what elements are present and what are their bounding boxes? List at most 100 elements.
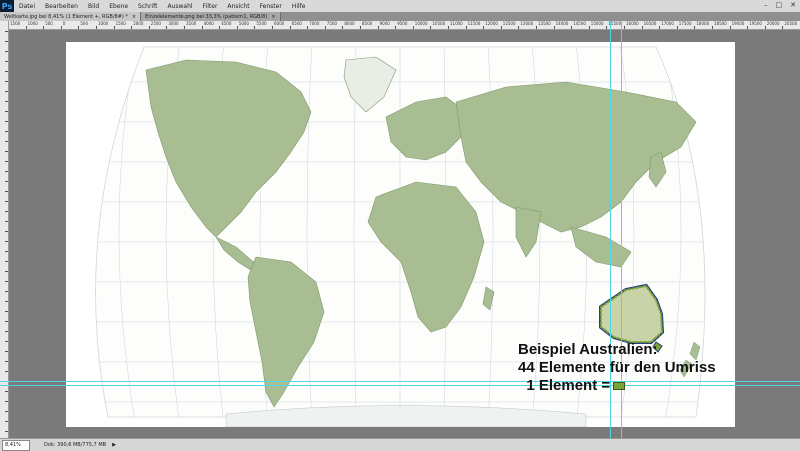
tab-label: Weltkarte.jpg bei 8,41% (1 Element +, RG… — [4, 13, 128, 20]
tab-close-icon[interactable]: × — [271, 14, 275, 20]
vertical-ruler[interactable] — [0, 21, 9, 438]
ruler-tick-label: 3000 — [168, 21, 179, 26]
document-tabs: Weltkarte.jpg bei 8,41% (1 Element +, RG… — [0, 12, 800, 21]
ruler-tick — [624, 26, 625, 29]
ruler-tick-label: 13500 — [538, 21, 551, 26]
ruler-tick — [694, 26, 696, 29]
ruler-tick — [60, 26, 62, 29]
ruler-tick — [5, 61, 8, 62]
ruler-tick — [5, 231, 8, 232]
ruler-tick — [5, 171, 8, 172]
ruler-tick — [342, 26, 344, 29]
zoom-field[interactable]: 8,41% — [2, 439, 30, 451]
ruler-tick — [5, 161, 8, 162]
tab-weltkarte[interactable]: Weltkarte.jpg bei 8,41% (1 Element +, RG… — [0, 12, 142, 21]
menu-auswahl[interactable]: Auswahl — [162, 3, 197, 10]
tab-einzelelemente[interactable]: Einzelelemente.png bei 33,3% (pattern1, … — [141, 12, 281, 21]
ruler-tick-label: 7000 — [309, 21, 320, 26]
ruler-tick — [5, 241, 8, 242]
ruler-tick — [448, 26, 449, 29]
ruler-tick — [5, 311, 8, 312]
ruler-tick — [571, 26, 573, 29]
ruler-tick — [5, 131, 8, 132]
maximize-icon[interactable]: □ — [776, 1, 783, 9]
ruler-tick-label: 1000 — [27, 21, 38, 26]
menu-hilfe[interactable]: Hilfe — [287, 3, 311, 10]
ruler-tick — [641, 26, 643, 29]
tab-label: Einzelelemente.png bei 33,3% (pattern1, … — [145, 13, 268, 20]
ruler-tick — [5, 191, 8, 192]
minimize-icon[interactable]: – — [764, 1, 768, 9]
ruler-tick-label: 11000 — [450, 21, 463, 26]
ruler-tick — [5, 281, 8, 282]
ruler-tick-label: 9000 — [379, 21, 390, 26]
menu-ansicht[interactable]: Ansicht — [222, 3, 254, 10]
ruler-tick — [5, 41, 8, 42]
ruler-tick — [236, 26, 238, 29]
ruler-tick-label: 18500 — [714, 21, 727, 26]
ruler-tick-label: 17000 — [661, 21, 674, 26]
menu-bearbeiten[interactable]: Bearbeiten — [40, 3, 83, 10]
ruler-tick — [412, 26, 414, 29]
ruler-tick-label: 500 — [80, 21, 89, 26]
element-swatch — [613, 382, 626, 391]
ruler-tick — [360, 26, 361, 29]
ruler-tick — [5, 361, 8, 362]
ruler-tick — [5, 341, 8, 342]
ruler-tick-label: 4500 — [221, 21, 232, 26]
ruler-tick-label: 20000 — [766, 21, 780, 26]
ruler-tick-label: 16000 — [626, 21, 639, 26]
menu-datei[interactable]: Datei — [14, 3, 40, 10]
tab-close-icon[interactable]: × — [132, 14, 136, 20]
menu-fenster[interactable]: Fenster — [255, 3, 287, 10]
ruler-tick — [148, 26, 150, 29]
ruler-tick — [764, 26, 766, 29]
menu-bild[interactable]: Bild — [83, 3, 104, 10]
ruler-tick-label: 2000 — [133, 21, 144, 26]
ruler-tick — [5, 211, 8, 212]
ruler-tick — [78, 26, 80, 29]
ruler-tick — [395, 26, 397, 29]
menu-filter[interactable]: Filter — [198, 3, 223, 10]
ruler-tick — [289, 26, 291, 29]
ruler-tick-label: 9500 — [397, 21, 408, 26]
ruler-tick — [483, 26, 485, 29]
ruler-tick — [5, 391, 8, 392]
ruler-tick-label: 14500 — [573, 21, 586, 26]
ruler-tick-label: 8500 — [362, 21, 373, 26]
ruler-tick — [43, 26, 45, 29]
ruler-tick — [500, 26, 502, 29]
ruler-tick-label: 20500 — [784, 21, 798, 26]
ruler-tick — [96, 26, 97, 29]
close-icon[interactable]: ✕ — [790, 1, 796, 9]
ruler-tick-label: 19500 — [749, 21, 762, 26]
ruler-tick-label: 11500 — [467, 21, 481, 26]
horizontal-ruler[interactable]: 1500 1000 500 0 500 1000 1500 2000 2500 3000 3500 4… — [8, 21, 800, 30]
ruler-tick — [5, 401, 8, 402]
menu-schrift[interactable]: Schrift — [133, 3, 162, 10]
ruler-tick — [219, 26, 221, 29]
ruler-tick — [5, 421, 8, 422]
ruler-tick-label: 5500 — [256, 21, 267, 26]
ruler-tick — [5, 181, 8, 182]
ruler-tick — [5, 431, 8, 432]
ruler-tick — [5, 201, 8, 202]
ruler-tick-label: 17500 — [678, 21, 692, 26]
ruler-tick-label: 10500 — [432, 21, 446, 26]
status-menu-arrow-icon[interactable]: ▶ — [112, 442, 116, 448]
ruler-tick — [5, 331, 8, 332]
ruler-tick — [588, 26, 590, 29]
annotation-line-3: 1 Element = — [518, 377, 716, 395]
ruler-tick-label: 2500 — [150, 21, 161, 26]
menu-ebene[interactable]: Ebene — [104, 3, 133, 10]
ruler-tick — [184, 26, 185, 29]
ruler-tick — [5, 51, 8, 52]
annotation-text: Beispiel Australien: 44 Elemente für den… — [518, 341, 716, 395]
ruler-tick — [5, 111, 8, 112]
ruler-tick — [606, 26, 608, 29]
document-size-info: Dok: 390,6 MB/775,7 MB — [44, 442, 107, 448]
ruler-tick-label: 1500 — [115, 21, 126, 26]
ruler-tick — [536, 26, 537, 29]
ruler-tick-label: 8000 — [344, 21, 355, 26]
annotation-line-2: 44 Elemente für den Umriss — [518, 359, 716, 376]
